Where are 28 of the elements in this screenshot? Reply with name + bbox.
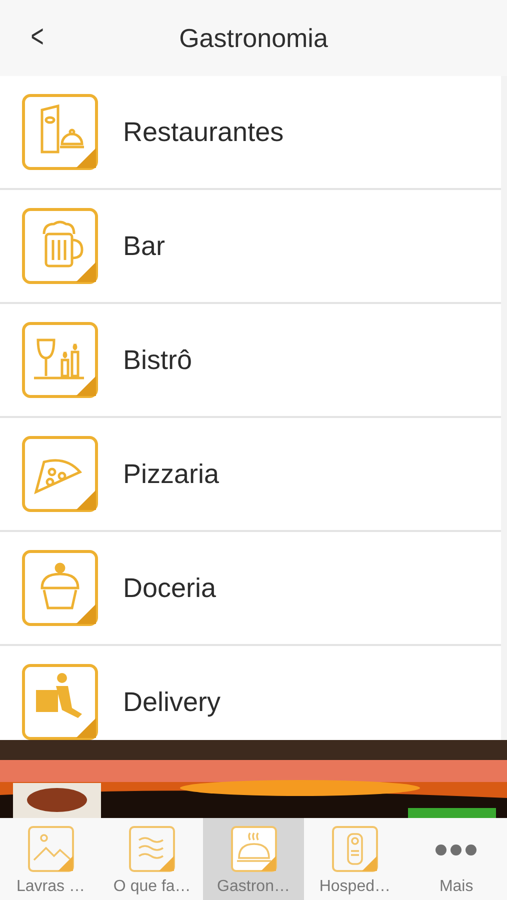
tab[interactable]: Lavras … bbox=[0, 818, 102, 900]
category-item[interactable]: Doceria bbox=[0, 532, 501, 646]
category-label: Bistrô bbox=[123, 344, 192, 376]
category-item[interactable]: Pizzaria bbox=[0, 418, 501, 532]
category-item[interactable]: Bar bbox=[0, 190, 501, 304]
waves-icon bbox=[129, 826, 176, 872]
tab[interactable]: Hosped… bbox=[304, 818, 406, 900]
cupcake-icon bbox=[22, 550, 98, 626]
back-button[interactable]: < bbox=[30, 18, 44, 55]
category-item[interactable]: Restaurantes bbox=[0, 76, 501, 190]
menu-cloche-icon bbox=[22, 94, 98, 170]
cloche-icon bbox=[230, 826, 277, 872]
category-label: Delivery bbox=[123, 686, 221, 718]
page-title: Gastronomia bbox=[179, 22, 328, 54]
courier-icon bbox=[22, 664, 98, 740]
more-icon bbox=[435, 844, 478, 856]
door-hanger-icon bbox=[332, 826, 378, 872]
category-label: Bar bbox=[123, 230, 166, 262]
category-label: Pizzaria bbox=[123, 458, 220, 490]
pizza-slice-icon bbox=[22, 436, 98, 512]
tab[interactable]: O que fa… bbox=[101, 818, 203, 900]
wine-candle-icon bbox=[22, 322, 98, 398]
category-label: Restaurantes bbox=[123, 116, 284, 148]
landscape-icon bbox=[28, 826, 74, 872]
category-item[interactable]: Bistrô bbox=[0, 304, 501, 418]
beer-mug-icon bbox=[22, 208, 98, 284]
category-label: Doceria bbox=[123, 572, 216, 604]
tab[interactable]: Mais bbox=[406, 818, 507, 900]
